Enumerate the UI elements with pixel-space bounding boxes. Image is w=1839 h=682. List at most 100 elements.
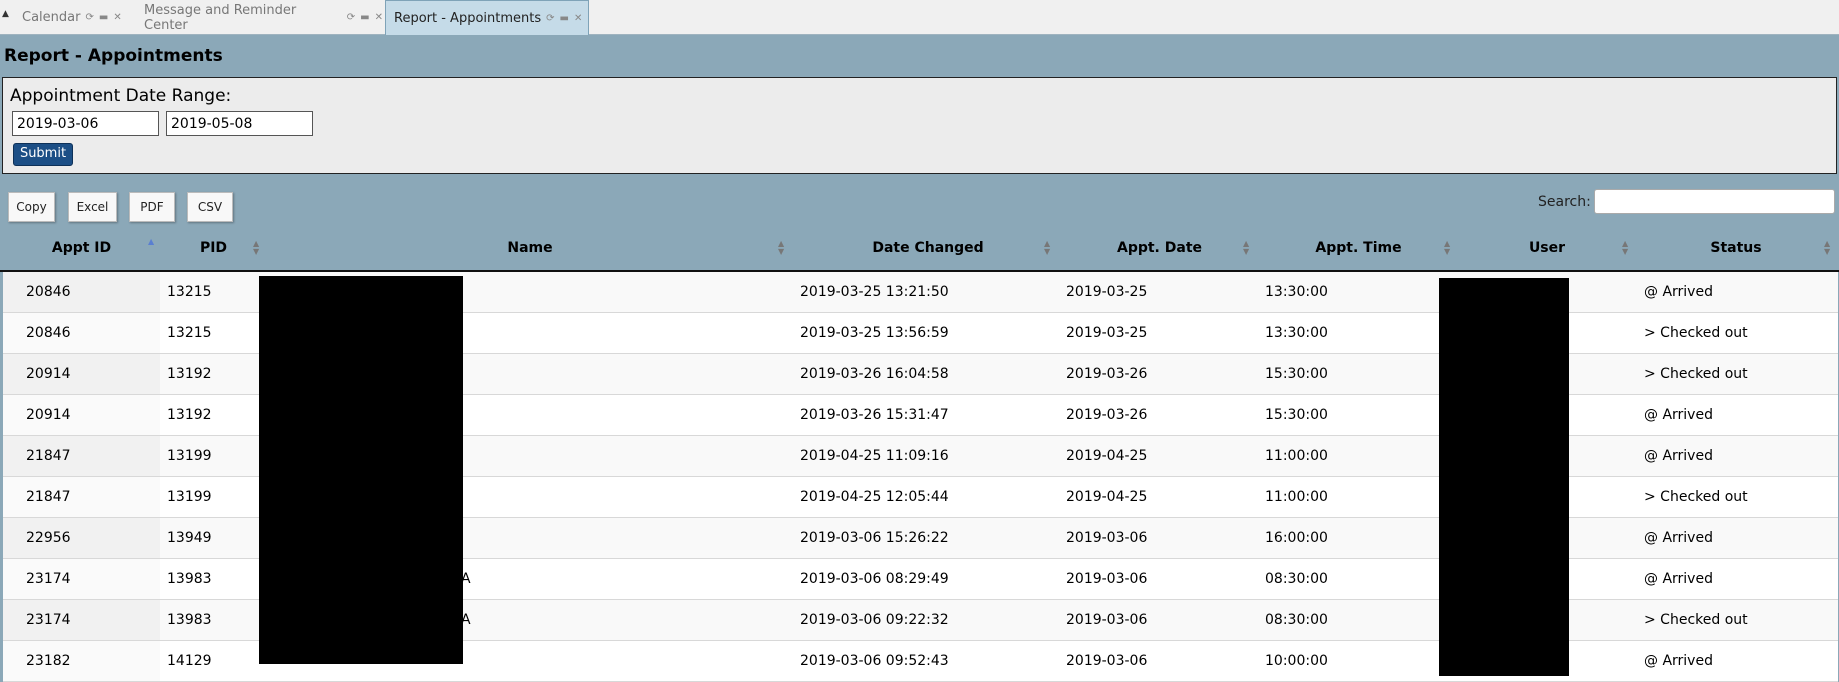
col-header-user[interactable]: User xyxy=(1458,230,1636,270)
cell-date-changed: 2019-04-25 12:05:44 xyxy=(800,489,949,505)
unlock-icon[interactable]: ▬ xyxy=(560,13,569,24)
cell-appt-time: 16:00:00 xyxy=(1265,530,1328,546)
tab-report-appointments[interactable]: Report - Appointments ⟳ ▬ ✕ xyxy=(385,0,589,35)
col-header-name[interactable]: Name xyxy=(264,230,796,270)
excel-button[interactable]: Excel xyxy=(68,192,117,222)
cell-appt-id: 23174 xyxy=(26,612,71,628)
sort-icon[interactable]: ▲ ▼ xyxy=(1824,240,1830,256)
cell-pid: 13215 xyxy=(167,325,212,341)
cell-appt-id: 23174 xyxy=(26,571,71,587)
refresh-icon[interactable]: ⟳ xyxy=(85,12,93,23)
cell-appt-date: 2019-03-06 xyxy=(1066,653,1148,669)
cell-appt-time: 11:00:00 xyxy=(1265,448,1328,464)
tab-label: Report - Appointments xyxy=(394,10,542,26)
pdf-button[interactable]: PDF xyxy=(129,192,175,222)
cell-status: @ Arrived xyxy=(1644,571,1713,587)
cell-appt-id: 20914 xyxy=(26,407,71,423)
sort-icon[interactable]: ▲ ▼ xyxy=(253,240,259,256)
unlock-icon[interactable]: ▬ xyxy=(99,12,108,23)
cell-appt-time: 13:30:00 xyxy=(1265,284,1328,300)
cell-pid: 13215 xyxy=(167,284,212,300)
cell-status: > Checked out xyxy=(1644,489,1748,505)
cell-status: > Checked out xyxy=(1644,366,1748,382)
col-header-pid[interactable]: PID xyxy=(163,230,264,270)
search-input[interactable] xyxy=(1594,189,1835,214)
cell-appt-id: 21847 xyxy=(26,448,71,464)
close-icon[interactable]: ✕ xyxy=(574,13,582,24)
page-title: Report - Appointments xyxy=(4,46,223,66)
sort-icon[interactable]: ▲ ▼ xyxy=(1444,240,1450,256)
unlock-icon[interactable]: ▬ xyxy=(360,12,369,23)
tab-bar: ▲ Calendar ⟳ ▬ ✕ Message and Reminder Ce… xyxy=(0,0,1839,35)
cell-date-changed: 2019-03-26 16:04:58 xyxy=(800,366,949,382)
sort-asc-icon[interactable]: ▲ xyxy=(148,238,154,246)
cell-pid: 13199 xyxy=(167,448,212,464)
date-range-panel: Appointment Date Range: Submit xyxy=(2,77,1837,174)
cell-appt-date: 2019-03-06 xyxy=(1066,612,1148,628)
csv-button[interactable]: CSV xyxy=(187,192,233,222)
sort-icon[interactable]: ▲ ▼ xyxy=(1243,240,1249,256)
cell-appt-time: 15:30:00 xyxy=(1265,407,1328,423)
tab-label: Calendar xyxy=(22,10,81,25)
close-icon[interactable]: ✕ xyxy=(113,12,121,23)
cell-pid: 13983 xyxy=(167,571,212,587)
close-icon[interactable]: ✕ xyxy=(375,12,383,23)
cell-appt-date: 2019-03-25 xyxy=(1066,325,1148,341)
cell-date-changed: 2019-03-06 09:22:32 xyxy=(800,612,949,628)
cell-pid: 13983 xyxy=(167,612,212,628)
cell-appt-id: 20914 xyxy=(26,366,71,382)
cell-appt-time: 08:30:00 xyxy=(1265,612,1328,628)
cell-status: @ Arrived xyxy=(1644,448,1713,464)
redaction-block-user xyxy=(1439,278,1569,676)
date-to-input[interactable] xyxy=(166,111,313,136)
cell-date-changed: 2019-03-06 08:29:49 xyxy=(800,571,949,587)
col-header-appt-time[interactable]: Appt. Time xyxy=(1259,230,1458,270)
cell-appt-date: 2019-03-06 xyxy=(1066,530,1148,546)
col-header-appt-id[interactable]: Appt ID xyxy=(0,230,163,270)
cell-date-changed: 2019-03-25 13:56:59 xyxy=(800,325,949,341)
cell-status: > Checked out xyxy=(1644,325,1748,341)
cell-date-changed: 2019-03-26 15:31:47 xyxy=(800,407,949,423)
cell-status: > Checked out xyxy=(1644,612,1748,628)
refresh-icon[interactable]: ⟳ xyxy=(546,13,554,24)
cell-appt-id: 21847 xyxy=(26,489,71,505)
cell-appt-time: 08:30:00 xyxy=(1265,571,1328,587)
search-label: Search: xyxy=(1538,194,1591,210)
cell-status: @ Arrived xyxy=(1644,530,1713,546)
cell-appt-time: 10:00:00 xyxy=(1265,653,1328,669)
cell-status: @ Arrived xyxy=(1644,407,1713,423)
sort-icon[interactable]: ▲ ▼ xyxy=(1622,240,1628,256)
cell-appt-id: 20846 xyxy=(26,284,71,300)
collapse-caret-icon[interactable]: ▲ xyxy=(2,9,9,19)
cell-appt-date: 2019-03-26 xyxy=(1066,366,1148,382)
cell-appt-date: 2019-03-26 xyxy=(1066,407,1148,423)
cell-pid: 14129 xyxy=(167,653,212,669)
table-header: Appt ID ▲ PID ▲ ▼ Name ▲ ▼ Date Changed ▲ ▼… xyxy=(0,230,1839,272)
tab-calendar[interactable]: Calendar ⟳ ▬ ✕ xyxy=(14,0,134,35)
copy-button[interactable]: Copy xyxy=(8,192,55,222)
col-header-status[interactable]: Status xyxy=(1636,230,1836,270)
submit-button[interactable]: Submit xyxy=(13,143,73,166)
cell-date-changed: 2019-03-06 15:26:22 xyxy=(800,530,949,546)
tab-label: Message and Reminder Center xyxy=(144,2,297,33)
cell-date-changed: 2019-03-06 09:52:43 xyxy=(800,653,949,669)
cell-appt-id: 22956 xyxy=(26,530,71,546)
cell-appt-time: 11:00:00 xyxy=(1265,489,1328,505)
tab-message-reminder-center[interactable]: Message and Reminder Center ⟳ ▬ ✕ xyxy=(136,0,383,35)
cell-appt-date: 2019-03-06 xyxy=(1066,571,1148,587)
date-from-input[interactable] xyxy=(12,111,159,136)
sort-icon[interactable]: ▲ ▼ xyxy=(1044,240,1050,256)
cell-appt-time: 15:30:00 xyxy=(1265,366,1328,382)
cell-appt-date: 2019-04-25 xyxy=(1066,489,1148,505)
col-header-appt-date[interactable]: Appt. Date xyxy=(1060,230,1259,270)
cell-pid: 13199 xyxy=(167,489,212,505)
cell-appt-date: 2019-03-25 xyxy=(1066,284,1148,300)
refresh-icon[interactable]: ⟳ xyxy=(347,12,355,23)
cell-status: @ Arrived xyxy=(1644,284,1713,300)
cell-pid: 13949 xyxy=(167,530,212,546)
col-header-date-changed[interactable]: Date Changed xyxy=(796,230,1060,270)
cell-appt-time: 13:30:00 xyxy=(1265,325,1328,341)
sort-icon[interactable]: ▲ ▼ xyxy=(778,240,784,256)
cell-status: @ Arrived xyxy=(1644,653,1713,669)
redaction-block-name xyxy=(259,276,463,664)
